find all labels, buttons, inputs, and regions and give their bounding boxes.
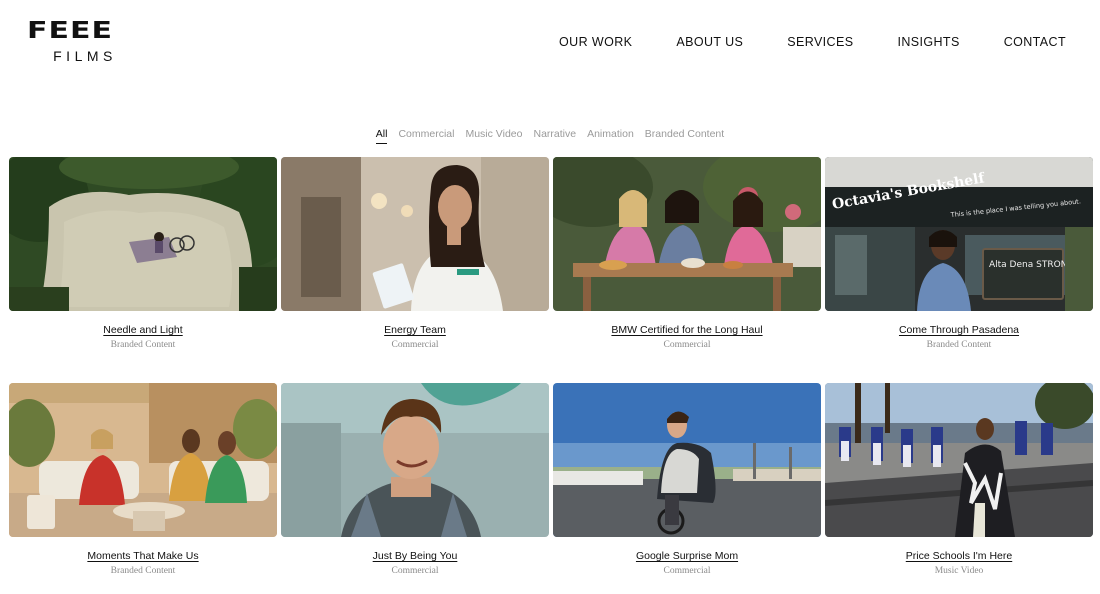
main-nav: OUR WORK ABOUT US SERVICES INSIGHTS CONT… bbox=[559, 35, 1066, 49]
nav-services[interactable]: SERVICES bbox=[787, 35, 853, 49]
thumbnail-garden-aerial bbox=[9, 157, 277, 311]
project-category: Commercial bbox=[663, 566, 711, 576]
project-title[interactable]: Price Schools I'm Here bbox=[825, 550, 1093, 562]
project-card[interactable]: Energy Team Commercial bbox=[281, 157, 549, 383]
thumbnail-marching-band bbox=[825, 383, 1093, 537]
nav-about-us[interactable]: ABOUT US bbox=[676, 35, 743, 49]
logo-subtitle: FILMS bbox=[53, 48, 117, 64]
project-card[interactable]: Google Surprise Mom Commercial bbox=[553, 383, 821, 594]
filter-commercial[interactable]: Commercial bbox=[398, 128, 454, 144]
filter-all[interactable]: All bbox=[375, 128, 388, 144]
project-thumbnail[interactable]: Octavia's Bookshelf This is the place I … bbox=[825, 157, 1093, 311]
thumbnail-woman-portrait bbox=[281, 157, 549, 311]
category-filter-bar: All Commercial Music Video Narrative Ani… bbox=[0, 128, 1100, 144]
logo-mark: FEEE bbox=[27, 17, 113, 45]
thumbnail-talk-show-set bbox=[9, 383, 277, 537]
project-card[interactable]: Octavia's Bookshelf This is the place I … bbox=[825, 157, 1093, 383]
project-category: Commercial bbox=[391, 340, 439, 350]
project-title[interactable]: Energy Team bbox=[281, 324, 549, 336]
chalkboard-text: Alta Dena STRONG bbox=[989, 260, 1074, 270]
nav-our-work[interactable]: OUR WORK bbox=[559, 35, 632, 49]
project-title[interactable]: Needle and Light bbox=[9, 324, 277, 336]
project-thumbnail[interactable] bbox=[281, 157, 549, 311]
project-thumbnail[interactable] bbox=[825, 383, 1093, 537]
filter-music-video[interactable]: Music Video bbox=[465, 128, 522, 144]
project-category: Commercial bbox=[391, 566, 439, 576]
thumbnail-friends-picnic bbox=[553, 157, 821, 311]
project-title[interactable]: Come Through Pasadena bbox=[825, 324, 1093, 336]
filter-branded-content[interactable]: Branded Content bbox=[645, 128, 724, 144]
thumbnail-teen-portrait bbox=[281, 383, 549, 537]
project-thumbnail[interactable] bbox=[281, 383, 549, 537]
project-category: Commercial bbox=[663, 340, 711, 350]
project-card[interactable]: Needle and Light Branded Content bbox=[9, 157, 277, 383]
project-category: Branded Content bbox=[926, 340, 992, 350]
project-grid: Needle and Light Branded Content Energy … bbox=[9, 157, 1093, 594]
project-card[interactable]: Price Schools I'm Here Music Video bbox=[825, 383, 1093, 594]
filter-animation[interactable]: Animation bbox=[587, 128, 634, 144]
project-title[interactable]: BMW Certified for the Long Haul bbox=[553, 324, 821, 336]
nav-contact[interactable]: CONTACT bbox=[1004, 35, 1066, 49]
project-title[interactable]: Google Surprise Mom bbox=[553, 550, 821, 562]
project-title[interactable]: Moments That Make Us bbox=[9, 550, 277, 562]
thumbnail-cyclist-road bbox=[553, 383, 821, 537]
brand-logo[interactable]: FEEE FILMS bbox=[27, 17, 139, 64]
project-thumbnail[interactable] bbox=[9, 157, 277, 311]
project-card[interactable]: Moments That Make Us Branded Content bbox=[9, 383, 277, 594]
filter-narrative[interactable]: Narrative bbox=[533, 128, 576, 144]
project-category: Music Video bbox=[934, 566, 984, 576]
project-thumbnail[interactable] bbox=[553, 383, 821, 537]
project-thumbnail[interactable] bbox=[553, 157, 821, 311]
thumbnail-bookshop-front: Octavia's Bookshelf This is the place I … bbox=[825, 157, 1093, 311]
project-category: Branded Content bbox=[110, 566, 176, 576]
nav-insights[interactable]: INSIGHTS bbox=[897, 35, 959, 49]
project-category: Branded Content bbox=[110, 340, 176, 350]
project-title[interactable]: Just By Being You bbox=[281, 550, 549, 562]
project-card[interactable]: Just By Being You Commercial bbox=[281, 383, 549, 594]
project-thumbnail[interactable] bbox=[9, 383, 277, 537]
project-card[interactable]: BMW Certified for the Long Haul Commerci… bbox=[553, 157, 821, 383]
